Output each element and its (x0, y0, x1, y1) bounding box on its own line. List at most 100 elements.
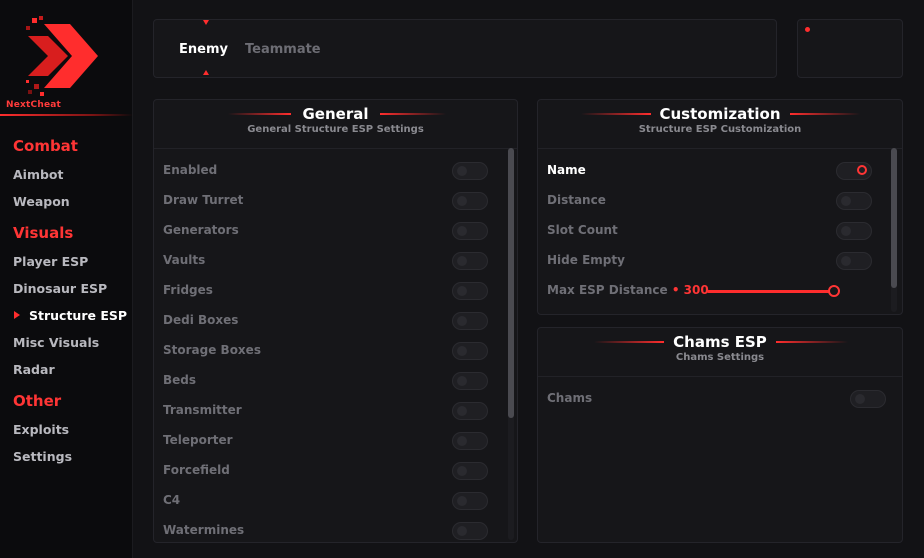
customization-option-row: Slot Count (538, 216, 902, 246)
customization-option-label: Hide Empty (547, 253, 625, 267)
general-option-toggle[interactable] (452, 222, 488, 240)
customization-header: Customization Structure ESP Customizatio… (538, 100, 902, 148)
sidebar-section-visuals: Visuals (13, 224, 74, 242)
chams-option-toggle[interactable] (850, 390, 886, 408)
customization-option-label: Distance (547, 193, 606, 207)
general-option-row: Enabled (154, 156, 517, 186)
general-option-toggle[interactable] (452, 432, 488, 450)
sidebar-section-other: Other (13, 392, 62, 410)
general-scrollbar-thumb[interactable] (508, 148, 514, 418)
tab-bar: Enemy Teammate (153, 19, 777, 78)
toggle-knob (841, 226, 851, 236)
customization-option-toggle[interactable] (836, 162, 872, 180)
customization-option-label: Slot Count (547, 223, 618, 237)
chams-panel: Chams ESP Chams Settings Chams (537, 327, 903, 543)
toggle-knob (457, 526, 467, 536)
general-option-row: Watermines (154, 516, 517, 542)
chams-option-row: Chams (538, 384, 902, 414)
customization-option-row: Distance (538, 186, 902, 216)
header-line-right (776, 341, 848, 343)
toggle-knob (457, 436, 467, 446)
customization-option-toggle[interactable] (836, 192, 872, 210)
general-option-label: Storage Boxes (163, 343, 261, 357)
general-option-toggle[interactable] (452, 342, 488, 360)
toggle-knob (457, 316, 467, 326)
general-option-row: Transmitter (154, 396, 517, 426)
max-esp-distance-slider[interactable] (707, 290, 832, 293)
toggle-knob (457, 496, 467, 506)
general-option-row: Beds (154, 366, 517, 396)
general-option-toggle[interactable] (452, 282, 488, 300)
customization-option-toggle[interactable] (836, 222, 872, 240)
toggle-knob (841, 256, 851, 266)
slider-value: 300 (683, 283, 709, 297)
customization-panel: Customization Structure ESP Customizatio… (537, 99, 903, 315)
general-option-label: Draw Turret (163, 193, 244, 207)
sidebar-item-misc-visuals[interactable]: Misc Visuals (13, 335, 99, 350)
general-option-label: Fridges (163, 283, 213, 297)
general-header: General General Structure ESP Settings (154, 100, 517, 148)
customization-scrollbar-thumb[interactable] (891, 148, 897, 288)
general-option-row: Draw Turret (154, 186, 517, 216)
general-option-toggle[interactable] (452, 252, 488, 270)
sidebar-item-structure-esp[interactable]: Structure ESP (29, 308, 127, 323)
tab-indicator-bottom-icon (203, 70, 209, 75)
sidebar-section-combat: Combat (13, 137, 78, 155)
toggle-knob (855, 394, 865, 404)
active-indicator-icon (14, 311, 20, 319)
status-box (797, 19, 903, 78)
customization-option-toggle[interactable] (836, 252, 872, 270)
general-option-label: Watermines (163, 523, 245, 537)
toggle-knob (857, 165, 867, 175)
general-option-toggle[interactable] (452, 522, 488, 540)
sidebar-item-player-esp[interactable]: Player ESP (13, 254, 88, 269)
general-option-row: Generators (154, 216, 517, 246)
sidebar-item-settings[interactable]: Settings (13, 449, 72, 464)
general-option-row: Storage Boxes (154, 336, 517, 366)
general-option-toggle[interactable] (452, 162, 488, 180)
max-esp-distance-slider-thumb[interactable] (828, 285, 840, 297)
brand-name: NextCheat (6, 100, 62, 110)
general-option-label: Enabled (163, 163, 218, 177)
general-scrollbar[interactable] (508, 148, 514, 540)
customization-option-row: Name (538, 156, 902, 186)
toggle-knob (457, 226, 467, 236)
sidebar-item-weapon[interactable]: Weapon (13, 194, 70, 209)
general-option-toggle[interactable] (452, 492, 488, 510)
general-option-toggle[interactable] (452, 312, 488, 330)
toggle-knob (457, 196, 467, 206)
logo-icon (26, 16, 98, 96)
chams-header: Chams ESP Chams Settings (538, 328, 902, 376)
general-option-toggle[interactable] (452, 402, 488, 420)
sidebar-item-dinosaur-esp[interactable]: Dinosaur ESP (13, 281, 107, 296)
header-line-right (790, 113, 860, 115)
sidebar-item-aimbot[interactable]: Aimbot (13, 167, 64, 182)
max-esp-distance-row: Max ESP Distance • 300 (538, 276, 902, 306)
max-esp-distance-label: Max ESP Distance • 300 (547, 283, 709, 297)
toggle-knob (457, 406, 467, 416)
general-title: General (302, 105, 369, 123)
toggle-knob (841, 196, 851, 206)
customization-scrollbar[interactable] (891, 148, 897, 312)
general-option-label: Vaults (163, 253, 206, 267)
tab-teammate[interactable]: Teammate (245, 42, 321, 57)
slider-label: Max ESP Distance (547, 283, 668, 297)
general-option-row: Fridges (154, 276, 517, 306)
general-option-row: C4 (154, 486, 517, 516)
sidebar-item-exploits[interactable]: Exploits (13, 422, 69, 437)
general-divider (154, 148, 517, 149)
general-option-row: Forcefield (154, 456, 517, 486)
toggle-knob (457, 376, 467, 386)
logo-area: NextCheat (0, 0, 133, 116)
toggle-knob (457, 346, 467, 356)
general-option-toggle[interactable] (452, 372, 488, 390)
general-option-toggle[interactable] (452, 192, 488, 210)
sidebar-item-radar[interactable]: Radar (13, 362, 55, 377)
tab-enemy[interactable]: Enemy (179, 42, 228, 57)
chams-divider (538, 376, 902, 377)
general-panel: General General Structure ESP Settings E… (153, 99, 518, 543)
general-option-label: Dedi Boxes (163, 313, 239, 327)
customization-option-row: Hide Empty (538, 246, 902, 276)
customization-divider (538, 148, 902, 149)
general-option-toggle[interactable] (452, 462, 488, 480)
